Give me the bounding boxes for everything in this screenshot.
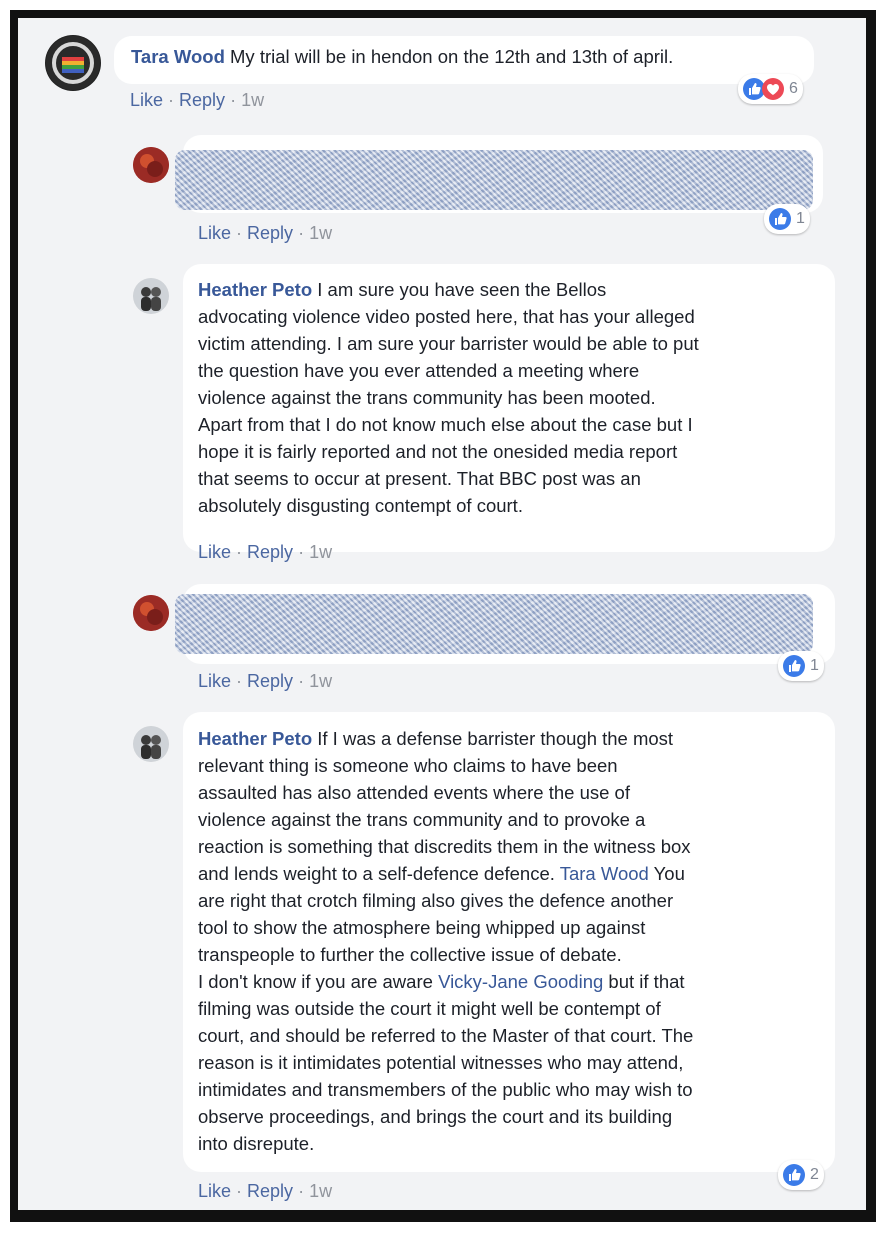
comment-line: intimidates and transmembers of the publ… [198, 1079, 693, 1100]
comment-line: You [648, 863, 685, 884]
reactions-badge-4[interactable]: 1 [778, 651, 824, 681]
reply-link[interactable]: Reply [179, 90, 225, 110]
comment-line: but if that [603, 971, 685, 992]
reaction-count: 2 [810, 1166, 819, 1183]
reply-link[interactable]: Reply [247, 671, 293, 691]
comment-line: victim attending. I am sure your barrist… [198, 333, 699, 354]
comment-text-1: Tara Wood My trial will be in hendon on … [131, 43, 673, 70]
love-icon [762, 78, 784, 100]
comment-line: assaulted has also attended events where… [198, 782, 630, 803]
separator: · [236, 671, 243, 691]
comment-line: the question have you ever attended a me… [198, 360, 640, 381]
like-link[interactable]: Like [198, 542, 231, 562]
tara-wood-avatar[interactable] [45, 35, 101, 91]
comment-line: violence against the trans community has… [198, 387, 656, 408]
reactions-badge-5[interactable]: 2 [778, 1160, 824, 1190]
reactions-badge-1[interactable]: 6 [738, 74, 803, 104]
timestamp[interactable]: 1w [309, 671, 332, 691]
comment-line: into disrepute. [198, 1133, 315, 1154]
comment-line: advocating violence video posted here, t… [198, 306, 695, 327]
comment-line: reason is it intimidates potential witne… [198, 1052, 684, 1073]
like-link[interactable]: Like [198, 1181, 231, 1201]
comment-line: observe proceedings, and brings the cour… [198, 1106, 673, 1127]
like-link[interactable]: Like [130, 90, 163, 110]
separator: · [298, 542, 305, 562]
separator: · [236, 1181, 243, 1201]
redacted-user-avatar[interactable] [133, 147, 169, 183]
comment-line: Apart from that I do not know much else … [198, 414, 693, 435]
redacted-comment-text [175, 150, 813, 210]
separator: · [236, 223, 243, 243]
heather-peto-avatar[interactable] [133, 726, 169, 762]
reaction-count: 1 [810, 657, 819, 674]
reaction-count: 1 [796, 210, 805, 227]
reply-link[interactable]: Reply [247, 223, 293, 243]
comment-line: reaction is something that discredits th… [198, 836, 691, 857]
reaction-count: 6 [789, 80, 798, 97]
separator: · [298, 223, 305, 243]
comment-line: absolutely disgusting contempt of court. [198, 495, 523, 516]
comment-actions-5: Like · Reply · 1w [198, 1181, 332, 1202]
comment-line: tool to show the atmosphere being whippe… [198, 917, 646, 938]
comment-line: filming was outside the court it might w… [198, 998, 661, 1019]
timestamp[interactable]: 1w [309, 1181, 332, 1201]
heather-peto-avatar[interactable] [133, 278, 169, 314]
separator: · [230, 90, 237, 110]
comment-line: hope it is fairly reported and not the o… [198, 441, 678, 462]
comment-line: and lends weight to a self-defence defen… [198, 863, 555, 884]
reply-link[interactable]: Reply [247, 542, 293, 562]
like-link[interactable]: Like [198, 223, 231, 243]
timestamp[interactable]: 1w [309, 542, 332, 562]
comment-line: relevant thing is someone who claims to … [198, 755, 618, 776]
comment-line: that seems to occur at present. That BBC… [198, 468, 641, 489]
timestamp[interactable]: 1w [309, 223, 332, 243]
comment-actions-1: Like · Reply · 1w [130, 90, 264, 111]
comment-author-link[interactable]: Tara Wood [131, 46, 225, 67]
comment-line: I am sure you have seen the Bellos [312, 279, 607, 300]
separator: · [236, 542, 243, 562]
comment-line: transpeople to further the collective is… [198, 944, 622, 965]
redacted-user-avatar[interactable] [133, 595, 169, 631]
comment-text-3: Heather Peto I am sure you have seen the… [198, 276, 828, 519]
comment-body: My trial will be in hendon on the 12th a… [224, 46, 674, 67]
like-icon [769, 208, 791, 230]
comment-line: court, and should be referred to the Mas… [198, 1025, 694, 1046]
reply-link[interactable]: Reply [247, 1181, 293, 1201]
like-link[interactable]: Like [198, 671, 231, 691]
comment-line: violence against the trans community and… [198, 809, 646, 830]
comment-line: If I was a defense barrister though the … [312, 728, 674, 749]
separator: · [298, 671, 305, 691]
comments-panel: Tara Wood My trial will be in hendon on … [18, 18, 866, 1210]
comment-actions-3: Like · Reply · 1w [198, 542, 332, 563]
redacted-comment-text [175, 594, 813, 654]
comment-author-link[interactable]: Heather Peto [198, 279, 312, 300]
separator: · [298, 1181, 305, 1201]
comment-author-link[interactable]: Heather Peto [198, 728, 312, 749]
separator: · [168, 90, 175, 110]
comment-text-5: Heather Peto If I was a defense barriste… [198, 725, 828, 1157]
comment-line: are right that crotch filming also gives… [198, 890, 674, 911]
like-icon [783, 655, 805, 677]
comment-line: I don't know if you are aware [198, 971, 439, 992]
mention-tara-wood[interactable]: Tara Wood [560, 863, 649, 884]
like-icon [783, 1164, 805, 1186]
comment-actions-2: Like · Reply · 1w [198, 223, 332, 244]
timestamp[interactable]: 1w [241, 90, 264, 110]
mention-vicky-jane-gooding[interactable]: Vicky-Jane Gooding [438, 971, 603, 992]
reactions-badge-2[interactable]: 1 [764, 204, 810, 234]
comment-actions-4: Like · Reply · 1w [198, 671, 332, 692]
